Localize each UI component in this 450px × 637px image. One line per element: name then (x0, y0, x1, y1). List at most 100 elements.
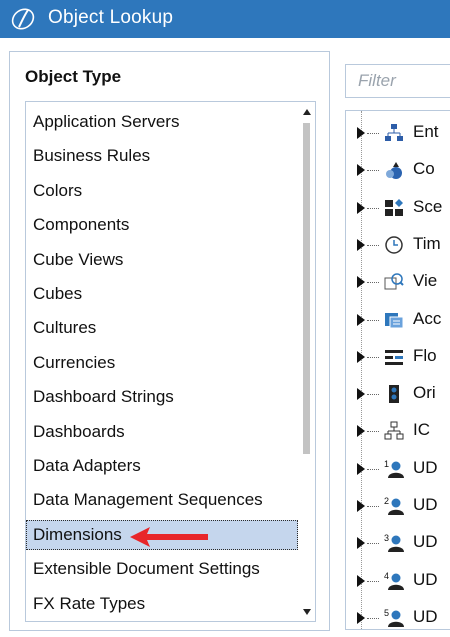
expand-arrow-icon[interactable] (357, 388, 365, 401)
list-item-business-rules[interactable]: Business Rules (26, 141, 298, 171)
origin-icon (389, 385, 399, 404)
tree-row[interactable]: 1 UD (346, 454, 450, 484)
expand-arrow-icon[interactable] (357, 425, 365, 438)
ud1-user-icon: 1 (384, 459, 404, 478)
ud4-user-icon: 4 (384, 571, 404, 590)
list-item-cultures[interactable]: Cultures (26, 313, 298, 343)
tree-item-label: UD (413, 569, 438, 589)
scroll-thumb[interactable] (303, 123, 310, 454)
tree-connector (367, 506, 379, 507)
hierarchy-icon (385, 124, 403, 141)
tree-row[interactable]: Ori (346, 379, 450, 409)
dimension-tree[interactable]: Ent Co Sce Tim Vie Acc Flo Ori IC 1 UD 2 UD 3 UD 4 UD 5 UD (345, 110, 450, 630)
expand-arrow-icon[interactable] (357, 500, 365, 512)
expand-arrow-icon[interactable] (357, 238, 365, 251)
tree-item-label: UD (413, 606, 438, 626)
tree-row[interactable]: Acc (346, 305, 450, 335)
tree-item-label: Ori (413, 383, 436, 403)
ud5-user-icon: 5 (384, 608, 404, 627)
tree-connector (367, 282, 379, 284)
tree-item-label: Tim (413, 233, 441, 253)
window-title: Object Lookup (48, 7, 174, 28)
annotation-arrow-icon (130, 527, 208, 547)
tree-item-label: Vie (413, 271, 438, 291)
tree-connector (367, 207, 379, 209)
list-item-extensible-document-settings[interactable]: Extensible Document Settings (26, 554, 298, 584)
filter-input[interactable]: Filter (345, 64, 450, 98)
expand-arrow-icon[interactable] (357, 574, 365, 587)
tree-row[interactable]: IC (346, 416, 450, 446)
expand-arrow-icon[interactable] (357, 350, 365, 363)
tree-item-label: Flo (413, 345, 437, 365)
list-item-cubes[interactable]: Cubes (26, 279, 298, 309)
list-item-colors[interactable]: Colors (26, 176, 298, 206)
tree-connector (367, 580, 379, 582)
tree-item-label: Acc (413, 308, 442, 328)
list-item-currencies[interactable]: Currencies (26, 348, 298, 378)
tree-connector (367, 319, 379, 321)
tree-item-label: IC (413, 420, 430, 440)
expand-arrow-icon[interactable] (357, 276, 365, 289)
tree-row[interactable]: 3 UD (346, 528, 450, 558)
expand-arrow-icon[interactable] (357, 201, 365, 214)
title-bar: Object Lookup (0, 0, 450, 38)
tree-row[interactable]: Co (346, 155, 450, 185)
svg-text:5: 5 (384, 608, 389, 618)
expand-arrow-icon[interactable] (357, 537, 365, 550)
list-item-dashboard-strings[interactable]: Dashboard Strings (26, 382, 298, 412)
scroll-up-arrow-icon[interactable] (303, 109, 311, 115)
ud3-user-icon: 3 (384, 533, 404, 553)
tree-row[interactable]: Flo (346, 342, 450, 372)
expand-arrow-icon[interactable] (357, 164, 365, 177)
tree-row[interactable]: Vie (346, 267, 450, 297)
tree-connector (367, 394, 379, 396)
expand-arrow-icon[interactable] (357, 611, 365, 624)
tree-connector (367, 431, 379, 433)
expand-arrow-icon[interactable] (357, 313, 365, 326)
svg-text:1: 1 (384, 459, 389, 469)
tree-connector (367, 543, 379, 545)
list-item-application-servers[interactable]: Application Servers (26, 107, 298, 137)
ud2-user-icon: 2 (384, 496, 404, 515)
tree-item-label: UD (413, 532, 438, 552)
scenario-icon (385, 198, 403, 216)
tree-item-label: Co (413, 159, 435, 179)
app-logo-icon (11, 8, 35, 30)
list-scrollbar[interactable] (298, 102, 315, 621)
svg-text:2: 2 (384, 496, 389, 506)
svg-text:3: 3 (384, 533, 389, 543)
tree-row[interactable]: Sce (346, 193, 450, 223)
scroll-down-arrow-icon[interactable] (303, 609, 311, 615)
expand-arrow-icon[interactable] (357, 462, 365, 475)
ic-hierarchy-icon (384, 421, 404, 440)
svg-text:4: 4 (384, 571, 389, 581)
tree-row[interactable]: Ent (346, 118, 450, 148)
list-item-components[interactable]: Components (26, 210, 298, 240)
list-item-cube-views[interactable]: Cube Views (26, 245, 298, 275)
tree-connector (367, 468, 379, 470)
tree-item-label: Sce (413, 196, 443, 216)
tree-row[interactable]: 5 UD (346, 603, 450, 629)
tree-row[interactable]: 4 UD (346, 566, 450, 596)
list-item-fx-rate-types[interactable]: FX Rate Types (26, 589, 298, 619)
clock-icon (385, 236, 403, 254)
tree-row[interactable]: 2 UD (346, 491, 450, 521)
list-item-data-management-sequences[interactable]: Data Management Sequences (26, 485, 298, 515)
object-type-heading: Object Type (25, 67, 122, 86)
list-item-data-adapters[interactable]: Data Adapters (26, 451, 298, 481)
consolidation-icon (386, 162, 402, 180)
tree-connector (367, 617, 379, 619)
list-item-dashboards[interactable]: Dashboards (26, 417, 298, 447)
account-icon (385, 312, 404, 328)
view-icon (384, 273, 404, 290)
expand-arrow-icon[interactable] (357, 127, 365, 139)
tree-item-label: UD (413, 457, 438, 477)
tree-connector (367, 170, 379, 172)
tree-connector (367, 244, 379, 246)
flow-icon (385, 349, 403, 365)
tree-item-label: Ent (413, 122, 439, 141)
tree-item-label: UD (413, 495, 438, 514)
tree-row[interactable]: Tim (346, 230, 450, 260)
tree-connector (367, 133, 379, 134)
tree-connector (367, 356, 379, 358)
